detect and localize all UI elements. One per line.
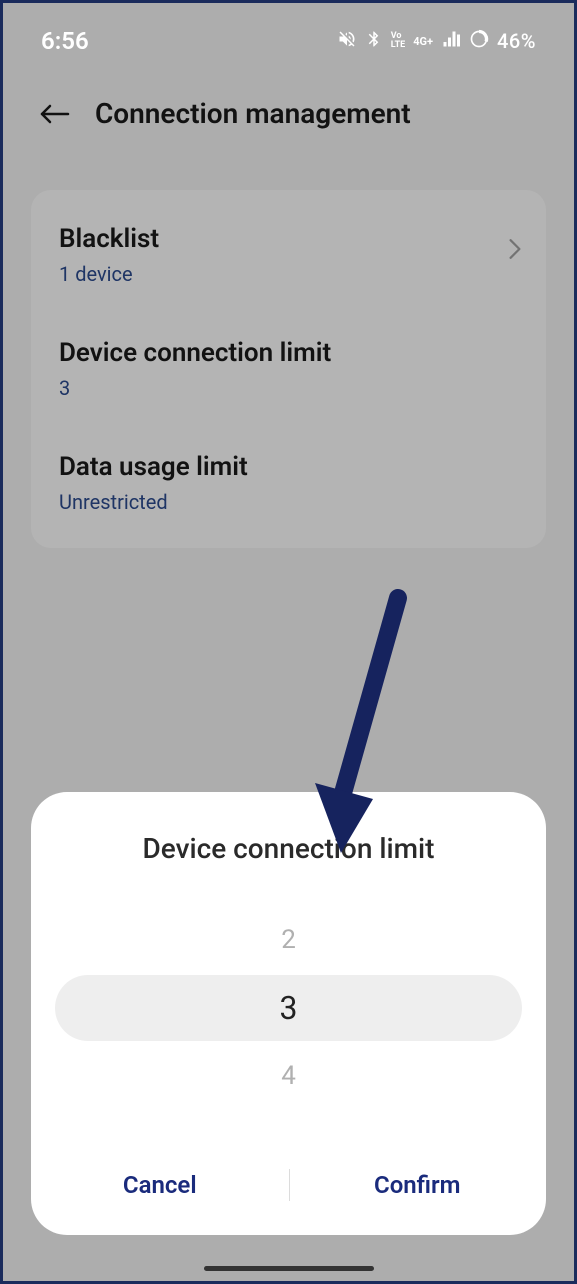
network-4g-icon: 4G+ (413, 35, 433, 48)
status-indicators: VoLTE 4G+ 46% (337, 29, 536, 54)
home-indicator[interactable] (204, 1266, 374, 1271)
button-divider (289, 1169, 290, 1201)
cancel-button[interactable]: Cancel (31, 1153, 289, 1217)
page-title: Connection management (95, 97, 411, 130)
volte-icon: VoLTE (391, 32, 406, 50)
device-limit-dialog: Device connection limit 2 3 4 Cancel Con… (31, 792, 546, 1235)
mute-icon (337, 29, 357, 54)
signal-icon (441, 29, 461, 53)
device-limit-title: Device connection limit (59, 338, 518, 368)
dialog-title: Device connection limit (31, 832, 546, 865)
picker-option-selected[interactable]: 3 (55, 975, 522, 1041)
chevron-right-icon (508, 238, 522, 264)
picker-option-next[interactable]: 4 (55, 1047, 522, 1105)
back-button[interactable] (39, 98, 71, 130)
status-time: 6:56 (41, 27, 89, 55)
device-limit-subtitle: 3 (59, 376, 518, 400)
page-header: Connection management (3, 65, 574, 150)
settings-card: Blacklist 1 device Device connection lim… (31, 190, 546, 548)
number-picker[interactable]: 2 3 4 (31, 911, 546, 1105)
status-bar: 6:56 VoLTE 4G+ 46% (3, 3, 574, 65)
blacklist-item[interactable]: Blacklist 1 device (31, 198, 546, 312)
battery-percent: 46% (497, 29, 536, 53)
device-limit-item[interactable]: Device connection limit 3 (31, 312, 546, 426)
data-limit-subtitle: Unrestricted (59, 490, 518, 514)
blacklist-title: Blacklist (59, 224, 518, 254)
bluetooth-icon (365, 29, 383, 54)
battery-icon (469, 29, 489, 54)
data-limit-item[interactable]: Data usage limit Unrestricted (31, 426, 546, 540)
blacklist-subtitle: 1 device (59, 262, 518, 286)
picker-option-prev[interactable]: 2 (55, 911, 522, 969)
confirm-button[interactable]: Confirm (289, 1153, 547, 1217)
data-limit-title: Data usage limit (59, 452, 518, 482)
